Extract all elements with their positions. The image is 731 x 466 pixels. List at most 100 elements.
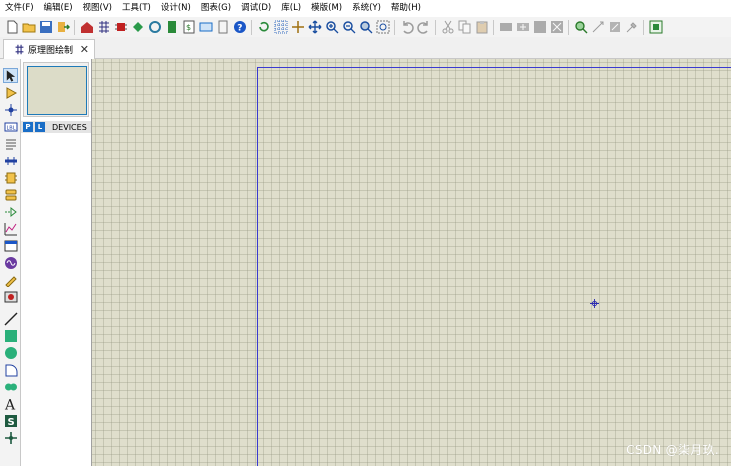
menu-file[interactable]: 文件(F) (0, 0, 39, 17)
undo-icon[interactable] (399, 20, 414, 35)
voltage-probe-icon[interactable] (3, 272, 18, 287)
toolbar-separator (493, 19, 494, 35)
schematic-canvas[interactable]: CSDN @柒月玖. (92, 59, 731, 466)
decompose-icon[interactable] (624, 20, 639, 35)
menu-bar: 文件(F) 编辑(E) 视图(V) 工具(T) 设计(N) 图表(G) 调试(D… (0, 0, 731, 17)
schematic-icon[interactable] (96, 20, 111, 35)
block-delete-icon[interactable] (549, 20, 564, 35)
menu-design[interactable]: 设计(N) (156, 0, 196, 17)
import-icon[interactable] (55, 20, 70, 35)
selection-mode-icon[interactable] (3, 68, 18, 83)
toolbar-separator (74, 19, 75, 35)
wire-label-icon[interactable]: LBL (3, 119, 18, 134)
menu-view[interactable]: 视图(V) (78, 0, 117, 17)
box-tool-icon[interactable] (3, 328, 18, 343)
new-file-icon[interactable] (4, 20, 19, 35)
grid-toggle-icon[interactable] (273, 20, 288, 35)
buses-icon[interactable] (3, 153, 18, 168)
junction-dot-icon[interactable] (3, 102, 18, 117)
menu-help[interactable]: 帮助(H) (386, 0, 426, 17)
tab-schematic-capture[interactable]: 原理图绘制 ✕ (3, 39, 95, 59)
devices-label: DEVICES (52, 122, 87, 132)
graph-mode-icon[interactable] (3, 221, 18, 236)
redo-icon[interactable] (416, 20, 431, 35)
toolbar-separator (568, 19, 569, 35)
origin-icon[interactable] (290, 20, 305, 35)
line-tool-icon[interactable] (3, 311, 18, 326)
tape-recorder-icon[interactable] (3, 238, 18, 253)
copy-icon[interactable] (457, 20, 472, 35)
svg-text:S: S (7, 417, 14, 428)
arc-tool-icon[interactable] (3, 362, 18, 377)
path-tool-icon[interactable] (3, 379, 18, 394)
gerber-icon[interactable] (147, 20, 162, 35)
home-icon[interactable] (79, 20, 94, 35)
main-toolbar: $ ? (0, 17, 731, 37)
toolbar-separator (394, 19, 395, 35)
pick-device-icon[interactable] (573, 20, 588, 35)
zoom-area-icon[interactable] (375, 20, 390, 35)
overview-preview (27, 66, 87, 115)
component-mode-icon[interactable] (3, 85, 18, 100)
block-rotate-icon[interactable] (532, 20, 547, 35)
toolbar-separator (643, 19, 644, 35)
tab-label: 原理图绘制 (28, 46, 74, 56)
schematic-tab-icon (14, 44, 25, 55)
device-pins-icon[interactable] (3, 204, 18, 219)
design-explorer-icon[interactable] (198, 20, 213, 35)
toolbar-separator (435, 19, 436, 35)
overview-window[interactable] (23, 62, 89, 117)
virtual-instruments-icon[interactable] (3, 289, 18, 304)
document-tab-bar: 原理图绘制 ✕ (0, 37, 731, 59)
library-manager-button[interactable]: L (35, 122, 45, 132)
svg-text:LBL: LBL (6, 125, 15, 131)
zoom-in-icon[interactable] (324, 20, 339, 35)
open-folder-icon[interactable] (21, 20, 36, 35)
close-icon[interactable]: ✕ (80, 44, 89, 55)
devices-header: P L DEVICES (21, 121, 91, 133)
mode-toolbar: LBL A S (0, 59, 21, 466)
pick-devices-button[interactable]: P (23, 122, 33, 132)
package-tool-icon[interactable] (607, 20, 622, 35)
menu-graph[interactable]: 图表(G) (196, 0, 236, 17)
svg-text:$: $ (186, 23, 191, 32)
marker-tool-icon[interactable] (3, 430, 18, 445)
paste-icon[interactable] (474, 20, 489, 35)
pcb-icon[interactable] (113, 20, 128, 35)
symbol-tool-icon[interactable]: S (3, 413, 18, 428)
svg-text:A: A (4, 397, 16, 411)
document-icon[interactable] (215, 20, 230, 35)
make-device-icon[interactable] (590, 20, 605, 35)
refresh-icon[interactable] (256, 20, 271, 35)
origin-marker-icon (590, 299, 599, 308)
3d-view-icon[interactable] (130, 20, 145, 35)
text-tool-icon[interactable]: A (3, 396, 18, 411)
menu-debug[interactable]: 调试(D) (236, 0, 276, 17)
netlist-icon[interactable] (648, 20, 663, 35)
menu-library[interactable]: 库(L) (276, 0, 306, 17)
terminals-icon[interactable] (3, 187, 18, 202)
zoom-out-icon[interactable] (341, 20, 356, 35)
subcircuit-icon[interactable] (3, 170, 18, 185)
circle-tool-icon[interactable] (3, 345, 18, 360)
menu-template[interactable]: 模版(M) (306, 0, 347, 17)
menu-edit[interactable]: 编辑(E) (39, 0, 78, 17)
save-icon[interactable] (38, 20, 53, 35)
block-move-icon[interactable] (515, 20, 530, 35)
bom-icon[interactable]: $ (181, 20, 196, 35)
watermark: CSDN @柒月玖. (626, 443, 719, 457)
pan-icon[interactable] (307, 20, 322, 35)
zoom-all-icon[interactable] (358, 20, 373, 35)
sheet-border (257, 67, 731, 466)
devices-list[interactable] (21, 133, 91, 466)
svg-text:?: ? (237, 24, 242, 34)
gallery-icon[interactable] (164, 20, 179, 35)
cut-icon[interactable] (440, 20, 455, 35)
generator-icon[interactable] (3, 255, 18, 270)
block-copy-icon[interactable] (498, 20, 513, 35)
menu-tools[interactable]: 工具(T) (117, 0, 156, 17)
help-icon[interactable]: ? (232, 20, 247, 35)
text-script-icon[interactable] (3, 136, 18, 151)
menu-system[interactable]: 系统(Y) (347, 0, 386, 17)
object-selector-panel: P L DEVICES (21, 59, 92, 466)
